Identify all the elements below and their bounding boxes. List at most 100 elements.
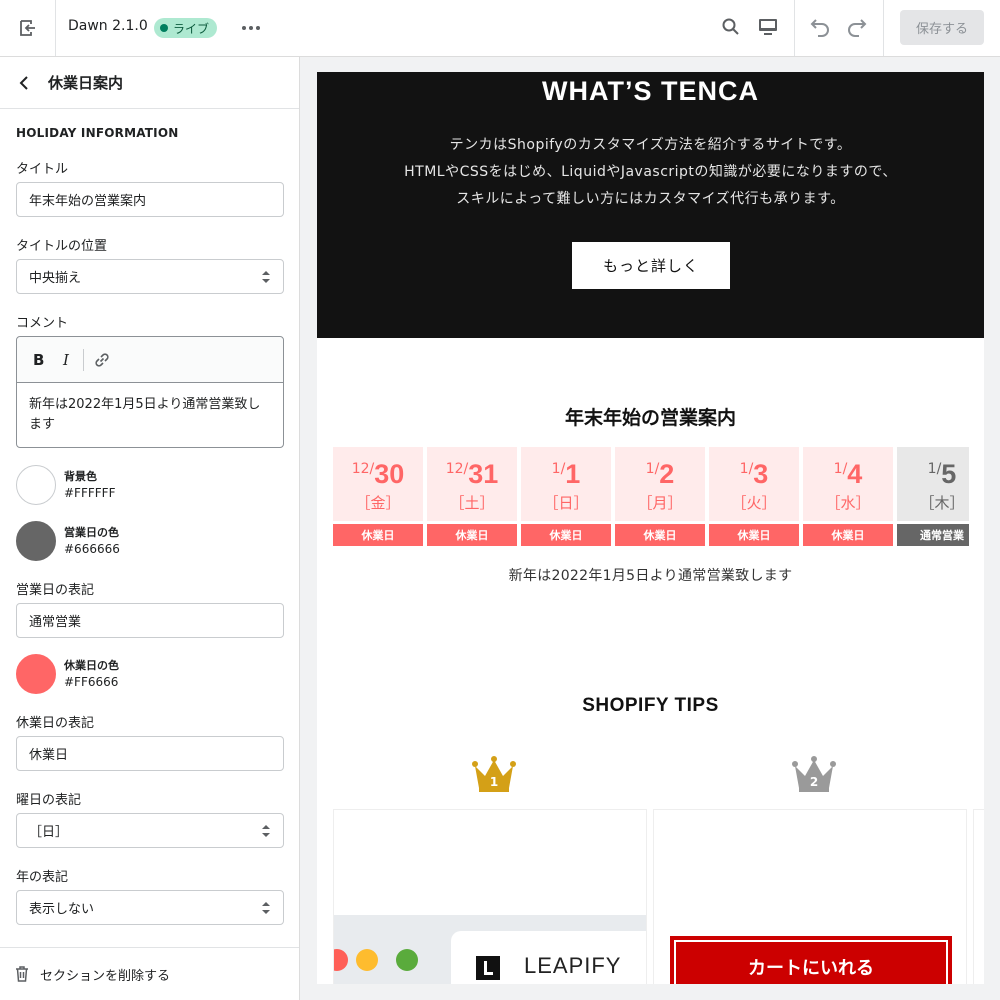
tip-card[interactable]: カートにいれる: [653, 809, 967, 984]
day-date-box: 1/3 ［火］: [709, 447, 799, 521]
day-number: 30: [374, 459, 405, 489]
day-date-box: 1/5 ［木］: [897, 447, 969, 521]
rank-1-label: 1: [490, 775, 498, 789]
italic-icon[interactable]: I: [63, 351, 83, 369]
title-position-select[interactable]: 中央揃え: [16, 259, 284, 294]
more-horizontal-icon: [242, 26, 260, 30]
day-number: 1: [565, 459, 581, 489]
crown-gold-icon: 1: [472, 756, 516, 792]
learn-more-button[interactable]: もっと詳しく: [572, 242, 730, 289]
day-weekday: ［火］: [731, 494, 777, 512]
day-month: 12: [351, 461, 370, 477]
closed-color-value: #FF6666: [64, 675, 119, 689]
settings-form: HOLIDAY INFORMATION タイトル 年末年始の営業案内 タイトルの…: [0, 126, 299, 925]
holiday-calendar: 12/30 ［金］ 休業日 12/31 ［土］ 休業日 1/1 ［日］ 休業日 1/2 ［月］ 休業日…: [333, 447, 969, 547]
holiday-comment: 新年は2022年1月5日より通常営業致します: [508, 568, 793, 584]
link-icon[interactable]: [93, 351, 111, 369]
hero-line: テンカはShopifyのカスタマイズ方法を紹介するサイトです。: [449, 137, 852, 153]
window-maximize-dot: [396, 949, 418, 971]
bg-color-picker[interactable]: 背景色 #FFFFFF: [16, 465, 283, 505]
closed-color-swatch[interactable]: [16, 654, 56, 694]
card-brand-name: LEAPIFY: [524, 953, 622, 978]
search-button[interactable]: [721, 17, 741, 41]
chevron-left-icon: [19, 75, 28, 90]
tip-card[interactable]: LEAPIFY: [333, 809, 647, 984]
day-weekday: ［土］: [449, 494, 495, 512]
day-weekday: ［金］: [355, 494, 401, 512]
sidebar-title: 休業日案内: [48, 74, 124, 92]
status-badge-label: ライブ: [173, 21, 210, 36]
day-date-box: 1/2 ［月］: [615, 447, 705, 521]
day-status: 休業日: [615, 524, 705, 546]
date-slash: /: [369, 461, 375, 477]
tip-card[interactable]: [973, 809, 984, 984]
day-status: 休業日: [427, 524, 517, 546]
day-month: 1: [833, 461, 843, 477]
day-date-box: 1/4 ［水］: [803, 447, 893, 521]
bg-color-label: 背景色: [64, 470, 97, 483]
bg-color-value: #FFFFFF: [64, 486, 116, 500]
day-month: 1: [551, 461, 561, 477]
hero-banner: WHAT’S TENCA テンカはShopifyのカスタマイズ方法を紹介するサイ…: [317, 72, 984, 338]
year-format-value: 表示しない: [29, 902, 95, 917]
weekday-format-select[interactable]: ［日］: [16, 813, 284, 848]
holiday-day: 1/1 ［日］ 休業日: [521, 447, 611, 547]
day-status: 通常営業: [897, 524, 969, 546]
weekday-format-value: ［日］: [29, 825, 69, 840]
closed-text-input[interactable]: 休業日: [16, 736, 284, 771]
day-number: 2: [659, 459, 675, 489]
bold-icon[interactable]: B: [33, 351, 63, 369]
day-date: 1/5: [897, 459, 969, 490]
more-actions-button[interactable]: [240, 17, 262, 39]
comment-text[interactable]: 新年は2022年1月5日より通常営業致します: [17, 383, 283, 447]
day-date-box: 12/30 ［金］: [333, 447, 423, 521]
title-input[interactable]: 年末年始の営業案内: [16, 182, 284, 217]
save-button[interactable]: 保存する: [900, 10, 984, 45]
editor-toolbar: B I: [17, 337, 283, 383]
undo-button[interactable]: [808, 15, 832, 43]
year-format-label: 年の表記: [16, 870, 69, 885]
back-button[interactable]: [18, 75, 34, 91]
day-date: 1/4: [803, 459, 893, 490]
year-format-select[interactable]: 表示しない: [16, 890, 284, 925]
live-dot-icon: [160, 24, 168, 32]
day-number: 31: [468, 459, 499, 489]
hero-title: WHAT’S TENCA: [542, 76, 759, 106]
delete-section-button[interactable]: セクションを削除する: [0, 947, 299, 1000]
open-color-picker[interactable]: 営業日の色 #666666: [16, 521, 283, 561]
day-status: 休業日: [333, 524, 423, 546]
exit-button[interactable]: [0, 0, 56, 56]
hero-text: テンカはShopifyのカスタマイズ方法を紹介するサイトです。 HTMLやCSS…: [317, 132, 984, 213]
open-text-input[interactable]: 通常営業: [16, 603, 284, 638]
toolbar-divider: [794, 0, 795, 56]
card-image: LEAPIFY: [334, 915, 646, 984]
search-icon: [722, 18, 739, 35]
holiday-day: 12/30 ［金］ 休業日: [333, 447, 423, 547]
day-number: 5: [941, 459, 957, 489]
holiday-day: 1/2 ［月］ 休業日: [615, 447, 705, 547]
holiday-day: 1/3 ［火］ 休業日: [709, 447, 799, 547]
day-date: 12/31: [427, 459, 517, 490]
weekday-format-label: 曜日の表記: [16, 793, 82, 808]
redo-button[interactable]: [845, 15, 869, 43]
holiday-title: 年末年始の営業案内: [564, 407, 736, 429]
day-status: 休業日: [521, 524, 611, 546]
exit-icon: [19, 20, 35, 36]
day-weekday: ［木］: [919, 494, 965, 512]
desktop-icon: [759, 19, 777, 35]
closed-color-picker[interactable]: 休業日の色 #FF6666: [16, 654, 283, 694]
open-color-swatch[interactable]: [16, 521, 56, 561]
comment-editor[interactable]: B I 新年は2022年1月5日より通常営業致します: [16, 336, 284, 448]
toolbar-divider: [83, 348, 84, 371]
hero-line: HTMLやCSSをはじめ、LiquidやJavascriptの知識が必要になりま…: [404, 164, 897, 180]
device-preview-button[interactable]: [757, 16, 779, 42]
select-arrows-icon: [262, 902, 270, 914]
bg-color-swatch[interactable]: [16, 465, 56, 505]
day-month: 12: [445, 461, 464, 477]
select-arrows-icon: [262, 271, 270, 283]
day-date: 1/1: [521, 459, 611, 490]
select-arrows-icon: [262, 825, 270, 837]
day-date: 1/3: [709, 459, 799, 490]
day-weekday: ［日］: [543, 494, 589, 512]
title-position-value: 中央揃え: [29, 271, 82, 286]
